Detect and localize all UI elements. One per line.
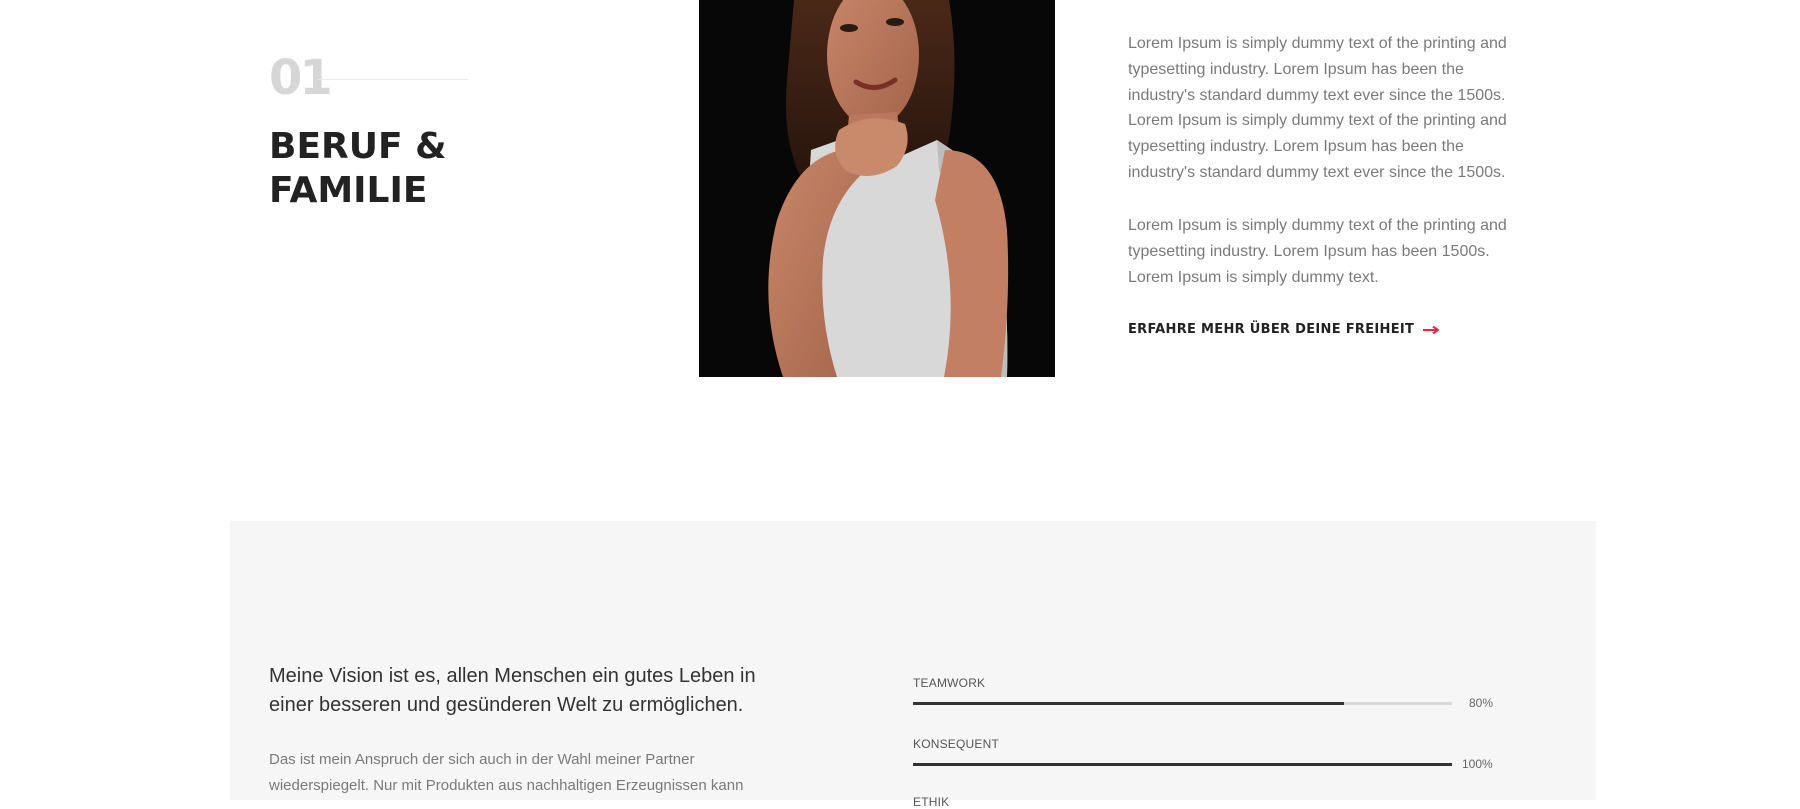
skill-name-teamwork: TEAMWORK [913,676,986,690]
skill-percent-konsequent: 100% [1462,757,1493,771]
skill-fill-teamwork [913,702,1345,705]
skill-name-konsequent: KONSEQUENT [913,737,1000,751]
arrow-right-icon [1423,325,1440,334]
skill-name-ethik: ETHIK [913,795,950,809]
section-title: BERUF & FAMILIE [269,125,447,213]
skill-percent-teamwork: 80% [1469,696,1494,710]
section-number-divider [318,79,468,80]
skill-bar-konsequent [913,763,1452,766]
skill-bar-teamwork [913,702,1452,705]
intro-paragraph-2: Lorem Ipsum is simply dummy text of the … [1128,217,1507,286]
learn-more-label: ERFAHRE MEHR ÜBER DEINE FREIHEIT [1128,322,1415,337]
portrait-illustration [699,0,1055,377]
section-number: 01 [269,50,333,106]
vision-headline: Meine Vision ist es, allen Menschen ein … [269,665,756,716]
vision-body-text: Das ist mein Anspruch der sich auch in d… [269,751,744,794]
section-title-line-1: BERUF & [269,126,447,167]
section-title-line-2: FAMILIE [269,170,428,211]
learn-more-link[interactable]: ERFAHRE MEHR ÜBER DEINE FREIHEIT [1128,322,1440,337]
skill-fill-konsequent [913,763,1452,766]
intro-paragraph-1: Lorem Ipsum is simply dummy text of the … [1128,35,1507,181]
portrait-image [699,0,1055,377]
